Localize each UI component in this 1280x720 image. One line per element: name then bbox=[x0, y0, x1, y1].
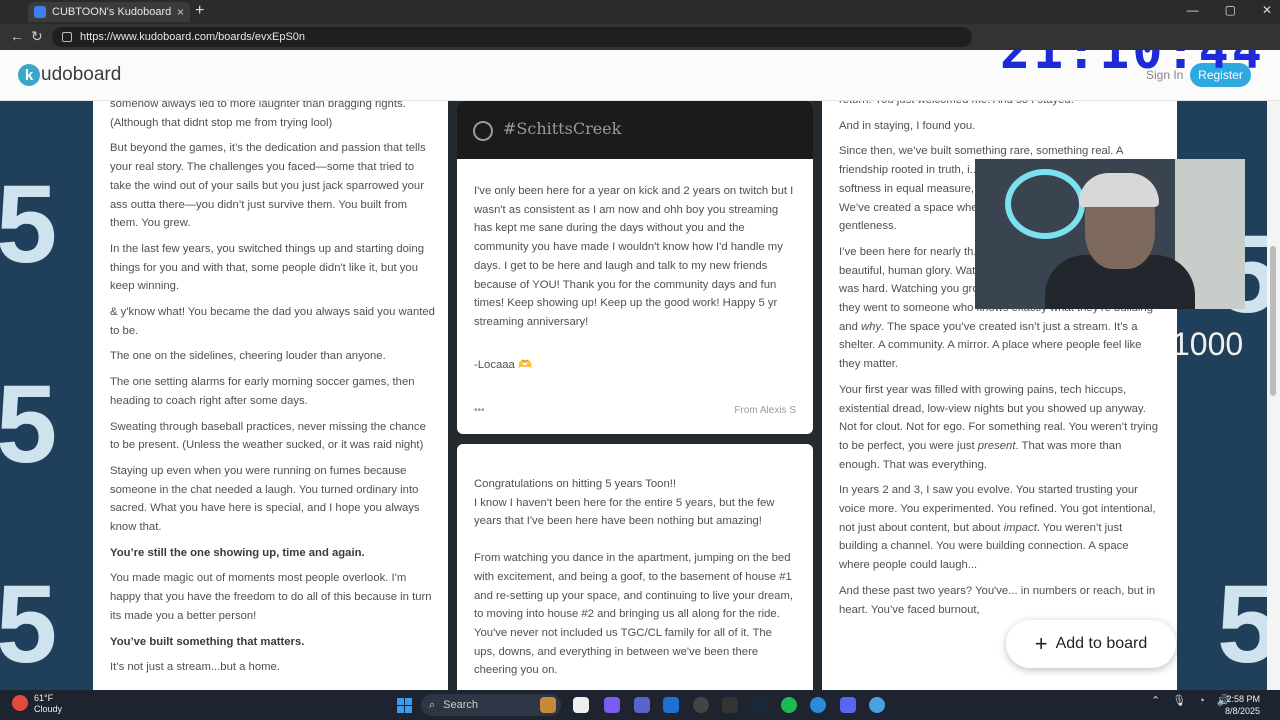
url-field[interactable]: https://www.kudoboard.com/boards/evxEpS0… bbox=[52, 27, 972, 47]
wifi-icon[interactable]: ◔ bbox=[1198, 695, 1205, 707]
weather-widget[interactable]: 61°F Cloudy bbox=[12, 693, 62, 715]
back-icon[interactable]: ← bbox=[10, 28, 24, 44]
post-paragraph: In years 2 and 3, I saw you evolve. You … bbox=[839, 481, 1159, 575]
overlay-counter: 1000 bbox=[1172, 326, 1244, 362]
lock-icon bbox=[62, 32, 72, 42]
weather-condition: Cloudy bbox=[34, 704, 63, 714]
plus-icon: + bbox=[1034, 631, 1048, 656]
post-left: somehow always led to more laughter than… bbox=[93, 101, 448, 690]
post-message-line: Congratulations on hitting 5 years Toon!… bbox=[474, 478, 677, 490]
post-paragraph: And in staying, I found you. bbox=[839, 119, 976, 132]
background-left: 5 5 5 bbox=[0, 101, 95, 690]
taskbar-app-icon[interactable] bbox=[540, 697, 556, 713]
image-caption: #SchittsCreek bbox=[503, 119, 622, 138]
streamer-cap bbox=[1079, 173, 1159, 207]
close-tab-icon[interactable]: × bbox=[177, 5, 184, 19]
post-message-line: From watching you dance in the apartment… bbox=[474, 552, 794, 677]
taskbar-clock[interactable]: 2:58 PM 8/8/2025 bbox=[1225, 693, 1260, 717]
add-to-board-button[interactable]: + Add to board bbox=[1006, 620, 1176, 668]
post-column-middle: #SchittsCreek I've only been here for a … bbox=[448, 101, 822, 690]
browser-tab-bar: CUBTOON's Kudoboard | Kudobo... × + — ▢ … bbox=[0, 0, 1280, 24]
background-five-glyph: 5 bbox=[0, 363, 58, 486]
post-paragraph: Your first year was filled with growing … bbox=[839, 381, 1159, 475]
post-paragraph: return. You just welcomed me. And so I s… bbox=[839, 101, 1159, 110]
ring-light bbox=[1005, 169, 1085, 239]
post-italic: impact bbox=[1003, 521, 1037, 534]
chevron-up-icon[interactable]: ⌃ bbox=[1151, 694, 1160, 707]
close-window-button[interactable]: ✕ bbox=[1262, 3, 1272, 17]
file-explorer-icon[interactable] bbox=[573, 697, 589, 713]
add-to-board-label: Add to board bbox=[1055, 635, 1148, 652]
post-bold-line: You’ve built something that matters. bbox=[110, 635, 305, 648]
weather-icon bbox=[12, 695, 28, 711]
kudoboard-favicon-icon bbox=[34, 6, 46, 18]
post-card: #SchittsCreek I've only been here for a … bbox=[457, 101, 813, 434]
address-bar-row: ← ↻ https://www.kudoboard.com/boards/evx… bbox=[0, 24, 1280, 50]
post-paragraph: It’s not just a stream...but a home. bbox=[110, 661, 280, 674]
post-image: #SchittsCreek bbox=[457, 101, 813, 159]
search-label: Search bbox=[443, 699, 479, 711]
windows-start-icon[interactable] bbox=[397, 698, 412, 713]
teams-icon[interactable] bbox=[634, 697, 650, 713]
scrollbar-thumb[interactable] bbox=[1270, 246, 1276, 396]
post-signature: -Locaaa 🫶 bbox=[474, 358, 533, 371]
post-italic: why bbox=[861, 320, 882, 333]
kudoboard-logo[interactable]: k udoboard bbox=[18, 64, 121, 86]
post-paragraph: In the last few years, you switched thin… bbox=[110, 242, 424, 293]
search-icon: ⌕ bbox=[429, 698, 436, 711]
maximize-button[interactable]: ▢ bbox=[1225, 3, 1236, 17]
weather-temp: 61°F bbox=[34, 693, 54, 703]
obs-icon[interactable] bbox=[693, 697, 709, 713]
post-paragraph: The one setting alarms for early morning… bbox=[110, 376, 415, 407]
webcam-overlay bbox=[975, 159, 1245, 309]
post-message: I've only been here for a year on kick a… bbox=[474, 185, 794, 328]
more-options-button[interactable]: ••• bbox=[474, 402, 485, 421]
system-tray: ⌃ 🎙 ◔ 🔊 bbox=[1151, 694, 1231, 708]
taskbar: 61°F Cloudy ⌕ Search ⌃ 🎙 ◔ 🔊 2:58 PM 8/8… bbox=[0, 690, 1280, 720]
post-paragraph: Sweating through baseball practices, nev… bbox=[110, 420, 426, 452]
post-paragraph: And these past two years? You've... in n… bbox=[839, 584, 1156, 616]
overlay-clock: 21:10:44 bbox=[1000, 50, 1265, 80]
post-italic: present bbox=[977, 439, 1016, 452]
window-controls: — ▢ ✕ bbox=[1187, 3, 1272, 17]
post-message-line: I know I haven't been here for the entir… bbox=[474, 496, 775, 528]
post-author: From Alexis S bbox=[734, 405, 796, 417]
background-five-glyph: 5 bbox=[0, 163, 58, 286]
post-paragraph: somehow always led to more laughter than… bbox=[110, 101, 406, 129]
post-bold-line: You’re still the one showing up, time an… bbox=[110, 546, 365, 559]
logo-text: udoboard bbox=[41, 64, 122, 85]
new-tab-button[interactable]: + bbox=[195, 2, 204, 20]
tab-title: CUBTOON's Kudoboard | Kudobo... bbox=[52, 6, 173, 18]
app-icon[interactable] bbox=[869, 697, 885, 713]
spotify-icon[interactable] bbox=[781, 697, 797, 713]
discord-icon[interactable] bbox=[840, 697, 856, 713]
minimize-button[interactable]: — bbox=[1187, 3, 1199, 17]
post-paragraph: You made magic out of moments most peopl… bbox=[110, 572, 432, 622]
edge-icon[interactable] bbox=[810, 697, 826, 713]
copilot-icon[interactable] bbox=[604, 697, 620, 713]
taskbar-date: 8/8/2025 bbox=[1225, 706, 1261, 716]
terminal-icon[interactable] bbox=[722, 697, 738, 713]
post-paragraph: & y'know what! You became the dad you al… bbox=[110, 306, 435, 337]
refresh-icon[interactable]: ↻ bbox=[31, 28, 43, 45]
url-text: https://www.kudoboard.com/boards/evxEpS0… bbox=[80, 31, 306, 43]
store-icon[interactable] bbox=[663, 697, 679, 713]
cbc-logo-icon bbox=[473, 121, 493, 141]
post-paragraph: Staying up even when you were running on… bbox=[110, 464, 420, 534]
post-paragraph: But beyond the games, it’s the dedicatio… bbox=[110, 142, 426, 230]
steam-icon[interactable] bbox=[751, 697, 767, 713]
post-card: Congratulations on hitting 5 years Toon!… bbox=[457, 444, 813, 690]
page-viewport: 5 5 5 5 5 1000 somehow always led to mor… bbox=[0, 50, 1280, 690]
taskbar-time: 2:58 PM bbox=[1226, 694, 1261, 704]
tab-kudoboard[interactable]: CUBTOON's Kudoboard | Kudobo... × bbox=[28, 2, 190, 22]
microphone-icon[interactable]: 🎙 bbox=[1172, 694, 1186, 707]
post-paragraph: The one on the sidelines, cheering loude… bbox=[110, 350, 386, 363]
background-five-glyph: 5 bbox=[0, 563, 58, 686]
post-text: . The space you’ve created isn’t just a … bbox=[839, 320, 1142, 371]
logo-mark: k bbox=[18, 64, 40, 86]
page-scrollbar[interactable] bbox=[1267, 101, 1280, 690]
